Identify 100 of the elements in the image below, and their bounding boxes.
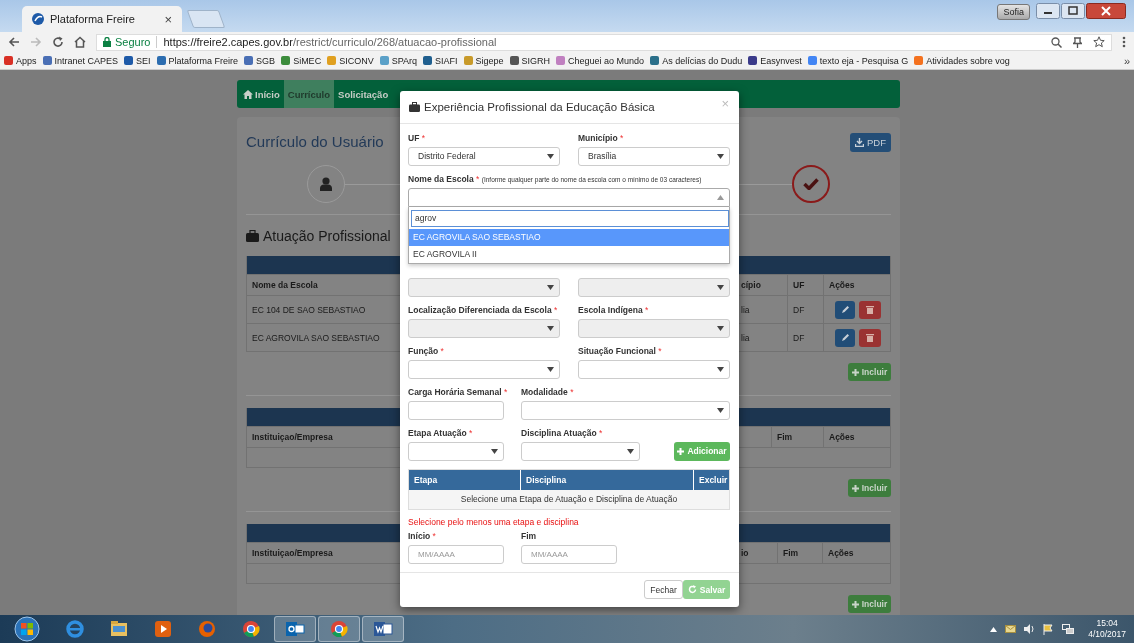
more-bookmarks-button[interactable]: »	[1123, 54, 1130, 67]
close-icon[interactable]	[1086, 3, 1126, 19]
url-text: https://freire2.capes.gov.br/restrict/curriculo/268/atuacao-profissional	[163, 36, 497, 48]
column-header: Ações	[823, 427, 890, 447]
select-field[interactable]	[578, 359, 730, 379]
column-header: Disciplina	[520, 469, 693, 490]
input-field[interactable]: MM/AAAA	[408, 544, 504, 564]
select-field[interactable]	[521, 400, 730, 420]
edit-button[interactable]	[835, 300, 855, 319]
caret-icon	[717, 153, 724, 159]
field-label: Município *	[578, 132, 625, 145]
field-label: Situação Funcional *	[578, 345, 663, 358]
table-cell-text: lia	[740, 303, 751, 317]
address-bar[interactable]: Seguro https://freire2.capes.gov.br/restrict/curriculo/268/atuacao-profissional	[96, 33, 1112, 51]
column-header: Excluir	[693, 469, 729, 490]
reload-icon[interactable]	[52, 36, 64, 48]
start-icon[interactable]	[12, 616, 42, 642]
column-header: Instituiçao/Empresa	[251, 431, 333, 444]
step-circle[interactable]	[307, 165, 345, 203]
nav-item[interactable]: Solicitação	[334, 80, 393, 108]
network-icon[interactable]	[1062, 624, 1075, 634]
home-icon[interactable]	[74, 36, 86, 48]
close-icon[interactable]: ×	[164, 11, 172, 27]
pencil-icon	[840, 333, 850, 342]
bookmark[interactable]: Atividades sobre vog	[914, 55, 1010, 66]
minimize-icon[interactable]	[1036, 3, 1060, 19]
bookmark[interactable]: Apps	[4, 55, 37, 66]
field-label: Disciplina Atuação *	[521, 427, 604, 440]
taskbar-button[interactable]	[362, 616, 404, 642]
tab-title: Plataforma Freire	[50, 13, 136, 25]
select-field[interactable]	[521, 441, 640, 461]
delete-button[interactable]	[859, 300, 881, 319]
caret-icon	[717, 407, 724, 413]
plus-icon	[851, 368, 859, 376]
delete-button[interactable]	[859, 328, 881, 347]
download-icon	[855, 138, 864, 147]
lock-icon	[103, 37, 111, 47]
column-header: Ações	[822, 543, 890, 563]
nav-item[interactable]: Início	[239, 80, 284, 108]
pin-icon[interactable]	[1073, 36, 1082, 48]
caret-icon	[547, 153, 554, 159]
field-label: Etapa Atuação *	[408, 427, 474, 440]
input-field[interactable]	[408, 400, 504, 420]
pdf-button[interactable]: PDF	[850, 133, 891, 152]
firefox-icon	[196, 618, 218, 640]
select-field[interactable]	[408, 441, 504, 461]
bookmark[interactable]: SiMEC	[281, 55, 322, 66]
maximize-icon[interactable]	[1061, 3, 1085, 19]
bookmark[interactable]: Cheguei ao Mundo	[556, 55, 645, 66]
field-label: Função *	[408, 345, 445, 358]
edit-button[interactable]	[835, 328, 855, 347]
briefcase-icon	[246, 230, 259, 242]
back-icon[interactable]	[8, 36, 20, 48]
section-title: Atuação Profissional	[263, 228, 391, 244]
menu-icon[interactable]	[1122, 36, 1126, 48]
select-field[interactable]: Brasília	[578, 146, 730, 166]
select-field[interactable]	[408, 359, 560, 379]
star-icon[interactable]	[1093, 36, 1105, 48]
clock-time: 15:04	[1096, 618, 1118, 629]
select-field[interactable]: Distrito Federal	[408, 146, 560, 166]
input-field[interactable]: MM/AAAA	[521, 544, 617, 564]
briefcase-icon	[409, 101, 420, 112]
user-icon	[320, 177, 332, 191]
security-label: Seguro	[115, 36, 158, 48]
mail-icon[interactable]	[1005, 625, 1017, 633]
bookmark[interactable]: SEI	[124, 55, 151, 66]
field-label: Localização Diferenciada da Escola *	[408, 304, 559, 317]
bookmark[interactable]: As delícias do Dudu	[650, 55, 743, 66]
close-button[interactable]: Fechar	[644, 580, 683, 600]
error-message: Selecione pelo menos uma etapa e disciplina	[408, 515, 580, 529]
speaker-icon[interactable]	[1024, 624, 1036, 634]
pencil-icon	[840, 305, 850, 314]
dropdown-option[interactable]: EC AGROVILA II	[409, 245, 729, 263]
bookmark[interactable]: Sigepe	[463, 55, 504, 66]
bookmark[interactable]: Easynvest	[748, 55, 802, 66]
bookmark[interactable]: SPArq	[379, 55, 417, 66]
clock[interactable]: 15:04 4/10/2017	[1088, 618, 1126, 640]
bookmark[interactable]: SIGRH	[509, 55, 551, 66]
bookmark[interactable]: texto eja - Pesquisa G	[807, 55, 909, 66]
up-arrow-icon[interactable]	[990, 626, 998, 632]
column-header: Fim	[771, 427, 823, 447]
step-circle[interactable]	[792, 165, 830, 203]
table-cell: DF	[787, 324, 823, 351]
profile-badge[interactable]: Sofia	[997, 4, 1030, 20]
bookmark[interactable]: Intranet CAPES	[42, 55, 119, 66]
taskbar-button[interactable]	[274, 616, 316, 642]
column-header: Ações	[823, 275, 890, 295]
bookmark[interactable]: SGB	[244, 55, 276, 66]
bookmark[interactable]: SICONV	[327, 55, 374, 66]
select-field[interactable]	[408, 187, 730, 207]
zoom-icon[interactable]	[1051, 36, 1062, 48]
column-header: Fim	[777, 543, 822, 563]
chrome-icon	[240, 618, 262, 640]
search-field[interactable]: agrov	[411, 209, 729, 227]
bookmark[interactable]: SIAFI	[423, 55, 458, 66]
bookmark[interactable]: Plataforma Freire	[156, 55, 239, 66]
flag-icon[interactable]	[1043, 623, 1055, 635]
column-header: Etapa	[413, 473, 439, 487]
browser-tab[interactable]: Plataforma Freire ×	[22, 6, 182, 32]
field-label: UF *	[408, 132, 427, 145]
